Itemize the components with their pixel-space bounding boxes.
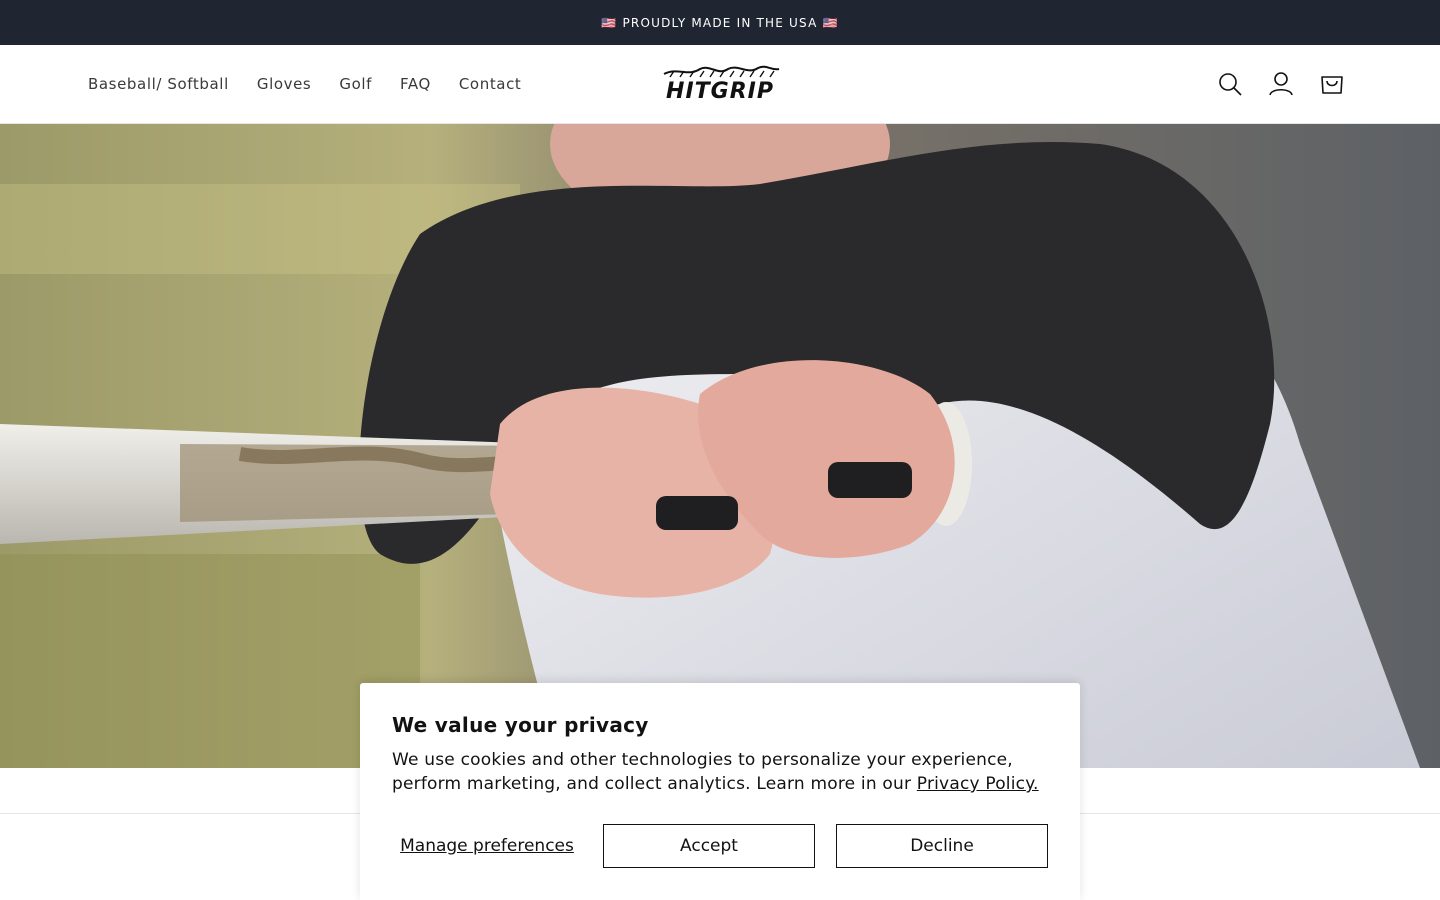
announcement-bar: 🇺🇸 PROUDLY MADE IN THE USA 🇺🇸 xyxy=(0,0,1440,45)
site-header: Baseball/ Softball Gloves Golf FAQ Conta… xyxy=(0,45,1440,124)
manage-preferences-button[interactable]: Manage preferences xyxy=(392,836,582,856)
accept-button[interactable]: Accept xyxy=(603,824,815,868)
account-icon[interactable] xyxy=(1256,59,1306,109)
hero-image xyxy=(0,124,1440,768)
svg-text:HITGRIP: HITGRIP xyxy=(666,79,774,103)
cookie-banner: We value your privacy We use cookies and… xyxy=(360,683,1080,900)
main-nav: Baseball/ Softball Gloves Golf FAQ Conta… xyxy=(74,45,535,123)
announcement-text: 🇺🇸 PROUDLY MADE IN THE USA 🇺🇸 xyxy=(601,15,839,30)
cookie-body: We use cookies and other technologies to… xyxy=(392,748,1042,796)
search-icon[interactable] xyxy=(1205,59,1255,109)
decline-button[interactable]: Decline xyxy=(836,824,1048,868)
privacy-policy-link[interactable]: Privacy Policy. xyxy=(917,774,1039,794)
nav-contact[interactable]: Contact xyxy=(445,75,536,93)
nav-baseball-softball[interactable]: Baseball/ Softball xyxy=(74,75,243,93)
nav-faq[interactable]: FAQ xyxy=(386,75,445,93)
cookie-title: We value your privacy xyxy=(392,713,649,737)
hitgrip-logo[interactable]: HITGRIP xyxy=(658,65,782,104)
cookie-actions: Manage preferences Accept Decline xyxy=(392,824,1048,868)
nav-gloves[interactable]: Gloves xyxy=(243,75,326,93)
header-icons xyxy=(1205,59,1358,109)
nav-golf[interactable]: Golf xyxy=(325,75,386,93)
cart-icon[interactable] xyxy=(1307,59,1357,109)
hero-illustration xyxy=(0,124,1440,768)
